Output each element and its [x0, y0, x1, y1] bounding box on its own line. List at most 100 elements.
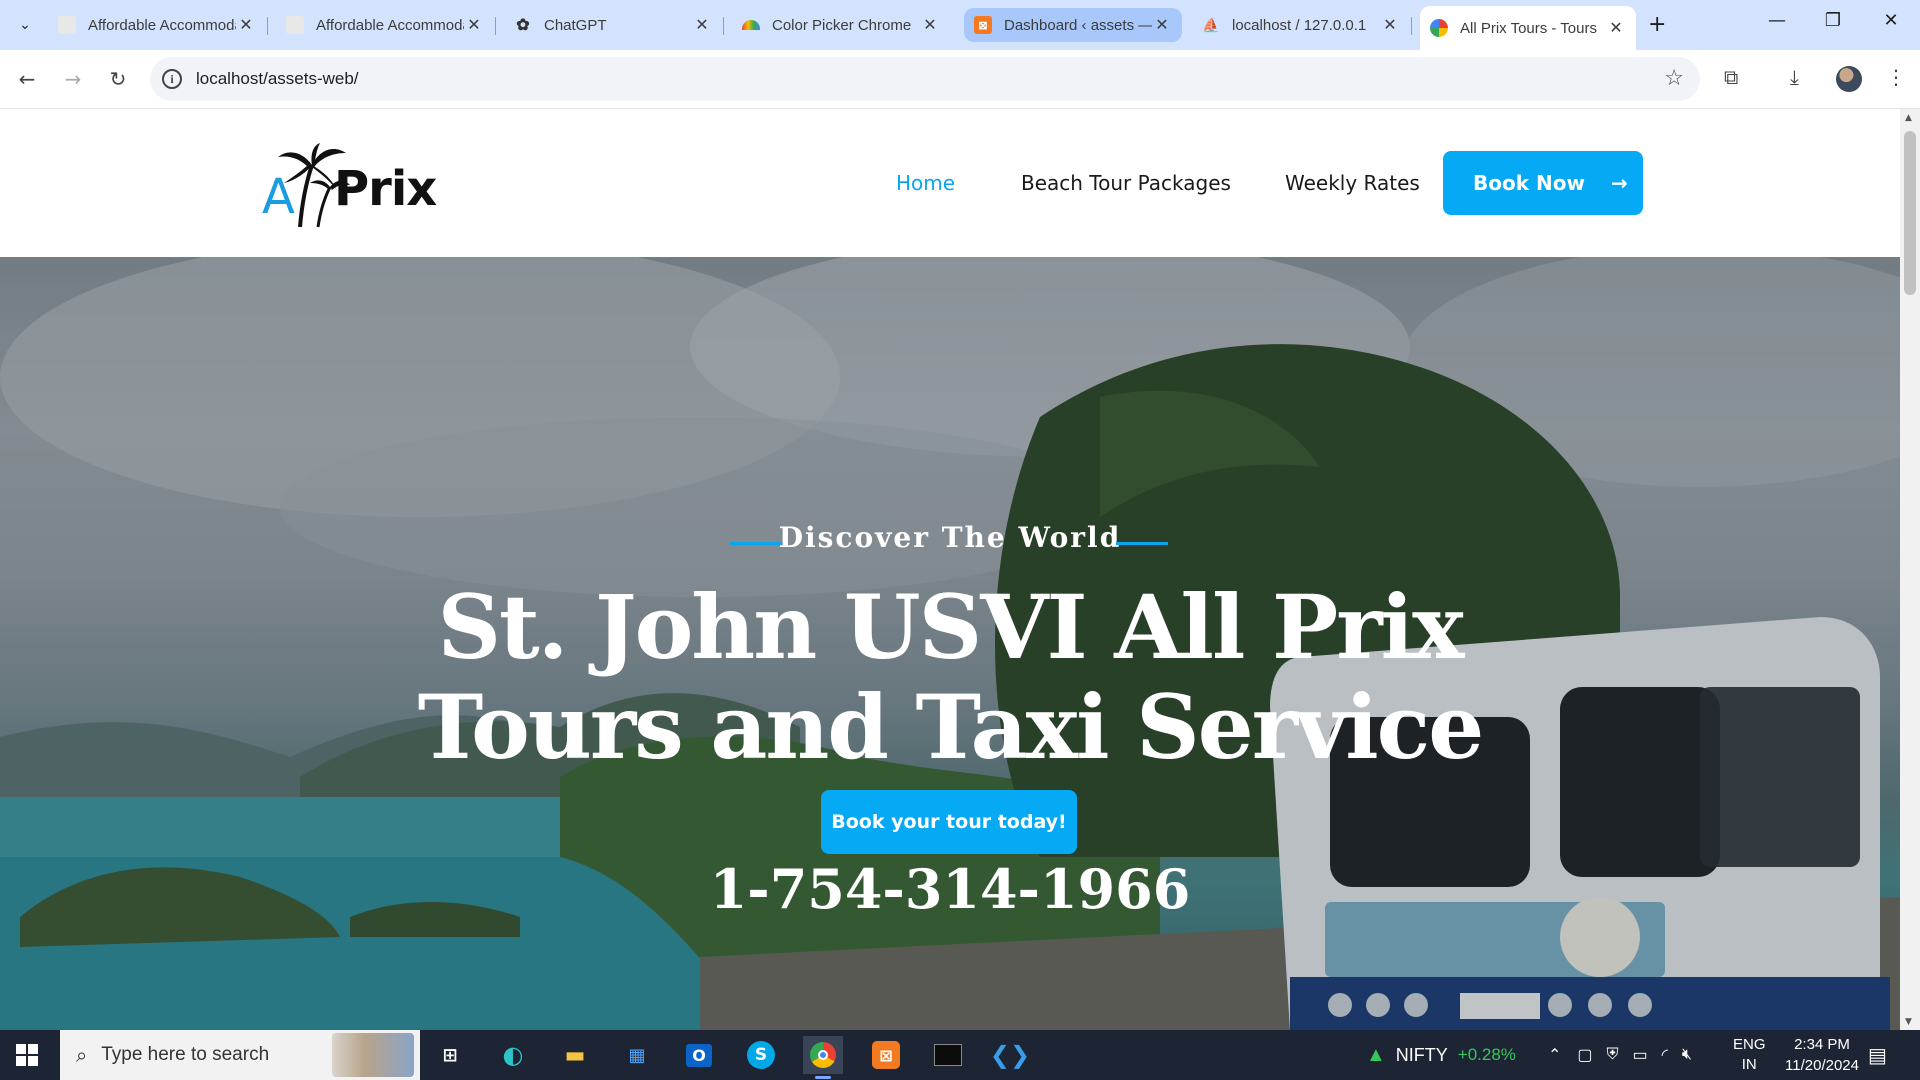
tab-title: Affordable Accommodation — [88, 16, 236, 34]
chrome-center — [818, 1050, 828, 1060]
book-now-button[interactable]: Book Now → — [1443, 151, 1643, 215]
page-thumbnail-icon — [286, 16, 304, 34]
tab-title: localhost / 127.0.0.1 — [1232, 16, 1367, 34]
close-icon[interactable]: ✕ — [692, 15, 712, 35]
minimize-button[interactable]: — — [1762, 10, 1792, 31]
xampp-taskbar-icon[interactable]: ⊠ — [866, 1036, 906, 1074]
book-tour-button[interactable]: Book your tour today! — [821, 790, 1077, 854]
microsoft-store-icon[interactable]: ▦ — [617, 1036, 657, 1074]
arrow-right-icon: → — [1610, 171, 1628, 195]
outlook-icon[interactable]: O — [679, 1036, 719, 1074]
battery-icon[interactable]: ▭ — [1633, 1045, 1648, 1065]
chart-up-icon: ▲ — [1366, 1043, 1386, 1066]
phpmyadmin-icon: ⛵ — [1202, 16, 1220, 33]
stock-ticker[interactable]: ▲ NIFTY +0.28% — [1366, 1030, 1516, 1080]
close-icon[interactable]: ✕ — [1606, 18, 1626, 38]
scroll-up-icon[interactable]: ▲ — [1905, 113, 1912, 123]
clock[interactable]: 2:34 PM 11/20/2024 — [1785, 1030, 1859, 1080]
menu-kebab-icon[interactable]: ⋮ — [1886, 65, 1906, 89]
reload-icon: ↻ — [109, 67, 127, 91]
skype-icon[interactable]: S — [741, 1036, 781, 1074]
tab-affordable-1[interactable]: Affordable Accommodation ✕ — [48, 8, 268, 42]
tab-title: Affordable Accommodation — [316, 16, 464, 34]
close-icon[interactable]: ✕ — [236, 15, 256, 35]
ticker-name: NIFTY — [1395, 1044, 1448, 1065]
tab-color-picker[interactable]: Color Picker Chrome ✕ — [732, 8, 950, 42]
hero-title: St. John USVI All Prix Tours and Taxi Se… — [0, 577, 1900, 777]
page-scrollbar[interactable]: ▲ ▼ — [1900, 109, 1920, 1030]
hero-title-line-1: St. John USVI All Prix — [437, 575, 1465, 679]
tab-search-button[interactable]: ⌄ — [10, 12, 40, 38]
new-tab-button[interactable]: + — [1648, 12, 1666, 37]
chrome-icon[interactable] — [803, 1036, 843, 1079]
bookmark-star-icon[interactable]: ☆ — [1664, 66, 1684, 91]
region-code: IN — [1741, 1056, 1757, 1073]
skype-glyph: S — [747, 1041, 775, 1069]
search-placeholder: Type here to search — [101, 1044, 270, 1065]
file-explorer-icon[interactable]: ▬ — [555, 1036, 595, 1074]
forward-button[interactable]: → — [58, 64, 88, 94]
clock-time: 2:34 PM — [1794, 1036, 1850, 1053]
browser-toolbar: ← → ↻ i localhost/assets-web/ ☆ ⧉ ⤓ ⋮ — [0, 50, 1920, 108]
ticker-change: +0.28% — [1457, 1045, 1516, 1064]
page-viewport: A Prix Home Beach Tour Packages Weekly R… — [0, 108, 1920, 1030]
address-bar[interactable]: i localhost/assets-web/ ☆ — [150, 57, 1700, 101]
info-icon[interactable]: i — [162, 69, 182, 89]
tab-phpmyadmin[interactable]: ⛵ localhost / 127.0.0.1 ✕ — [1192, 8, 1412, 42]
edge-icon[interactable]: ◐ — [493, 1036, 533, 1074]
close-icon[interactable]: ✕ — [920, 15, 940, 35]
close-icon[interactable]: ✕ — [1152, 15, 1172, 35]
language-code: ENG — [1733, 1036, 1766, 1053]
taskbar-search[interactable]: ⌕ Type here to search — [60, 1030, 420, 1080]
chevron-up-icon[interactable]: ⌃ — [1548, 1045, 1561, 1065]
close-icon[interactable]: ✕ — [1380, 15, 1400, 35]
scrollbar-thumb[interactable] — [1904, 131, 1916, 295]
task-view-icon[interactable]: ⊞ — [430, 1036, 470, 1074]
hero-title-line-2: Tours and Taxi Service — [417, 675, 1484, 779]
back-button[interactable]: ← — [12, 64, 42, 94]
meet-now-icon[interactable]: ▢ — [1577, 1045, 1592, 1065]
tab-affordable-2[interactable]: Affordable Accommodation ✕ — [276, 8, 496, 42]
url-text[interactable]: localhost/assets-web/ — [196, 69, 359, 89]
phone-number[interactable]: 1-754-314-1966 — [0, 857, 1900, 921]
hero-section: Discover The World St. John USVI All Pri… — [0, 257, 1900, 1030]
restore-icon: ❐ — [1824, 10, 1842, 31]
security-icon[interactable]: ⛨ — [1607, 1046, 1619, 1064]
close-window-button[interactable]: ✕ — [1876, 10, 1906, 31]
site-logo[interactable]: A Prix — [262, 143, 437, 228]
arrow-right-icon: → — [64, 67, 82, 91]
tab-dashboard[interactable]: ⊠ Dashboard ‹ assets — ✕ — [964, 8, 1182, 42]
notifications-icon[interactable]: ▤ — [1868, 1030, 1887, 1080]
nav-home[interactable]: Home — [896, 171, 955, 195]
restore-button[interactable]: ❐ — [1818, 10, 1848, 31]
tab-all-prix[interactable]: All Prix Tours - Tours ✕ — [1420, 6, 1636, 50]
terminal-glyph — [934, 1044, 962, 1066]
clock-date: 11/20/2024 — [1785, 1057, 1859, 1074]
volume-muted-icon[interactable]: 🔇︎ — [1682, 1046, 1692, 1064]
windows-start-icon[interactable] — [16, 1044, 38, 1066]
download-icon[interactable]: ⤓ — [1790, 65, 1799, 89]
arrow-left-icon: ← — [18, 67, 36, 91]
plus-icon: + — [1648, 12, 1667, 37]
taskbar: ⌕ Type here to search ⊞ ◐ ▬ ▦ O S ⊠ ❮❯ ▲… — [0, 1030, 1920, 1080]
tab-title: Color Picker Chrome — [772, 16, 912, 34]
reload-button[interactable]: ↻ — [103, 64, 133, 94]
language-indicator[interactable]: ENG IN — [1733, 1030, 1766, 1080]
vscode-icon[interactable]: ❮❯ — [990, 1036, 1030, 1074]
avatar[interactable] — [1836, 66, 1862, 92]
terminal-icon[interactable] — [928, 1036, 968, 1074]
nav-beach-tour-packages[interactable]: Beach Tour Packages — [1021, 171, 1231, 195]
scroll-down-icon[interactable]: ▼ — [1905, 1017, 1912, 1027]
close-icon: ✕ — [1883, 10, 1899, 31]
tab-strip: ⌄ Affordable Accommodation ✕ Affordable … — [0, 0, 1920, 50]
chevron-down-icon: ⌄ — [19, 17, 31, 33]
tab-chatgpt[interactable]: ✿ ChatGPT ✕ — [504, 8, 724, 42]
outlook-glyph: O — [686, 1043, 712, 1067]
close-icon[interactable]: ✕ — [464, 15, 484, 35]
tab-title: ChatGPT — [544, 16, 607, 34]
nav-weekly-rates[interactable]: Weekly Rates — [1285, 171, 1420, 195]
eyebrow-line-right — [1116, 542, 1168, 545]
extensions-icon[interactable]: ⧉ — [1724, 65, 1738, 89]
page-thumbnail-icon — [58, 16, 76, 34]
wifi-icon[interactable]: ◜ — [1662, 1045, 1668, 1065]
